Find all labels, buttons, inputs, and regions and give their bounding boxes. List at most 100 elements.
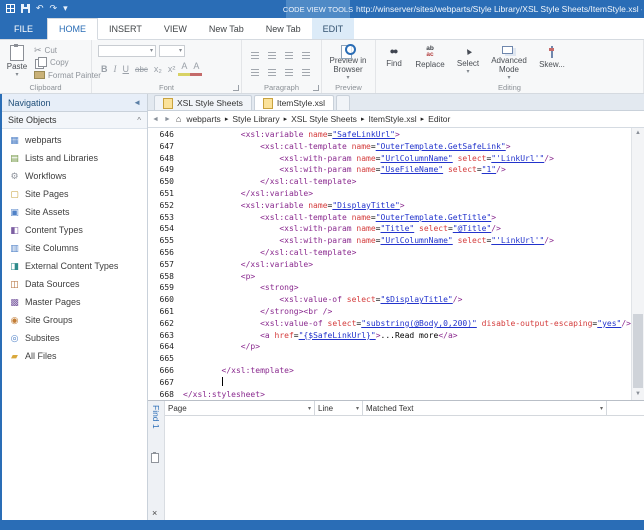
app-icon[interactable] bbox=[6, 3, 15, 13]
code-line[interactable] bbox=[183, 353, 631, 365]
sidebar-item-subsites[interactable]: ◎ Subsites bbox=[0, 329, 147, 347]
home-icon[interactable]: ⌂ bbox=[176, 114, 181, 124]
customize-quick-access-icon[interactable]: ▾ bbox=[63, 3, 68, 13]
site-objects-header[interactable]: Site Objects ^ bbox=[0, 112, 147, 129]
scroll-down-icon[interactable]: ▼ bbox=[632, 389, 644, 400]
undo-icon[interactable]: ↶ bbox=[36, 3, 44, 13]
code-editor[interactable]: 646 647 648 649 650 651 652 653 654 655 656 657 658 6… bbox=[148, 128, 644, 400]
strikethrough-button[interactable]: abc bbox=[132, 63, 151, 76]
scroll-up-icon[interactable]: ▲ bbox=[632, 128, 644, 139]
sidebar-item-all-files[interactable]: ▰ All Files bbox=[0, 347, 147, 365]
find-column-line[interactable]: Line ▾ bbox=[315, 401, 363, 415]
document-tab-xsl-style-sheets[interactable]: XSL Style Sheets bbox=[154, 95, 252, 110]
scrollbar-thumb[interactable] bbox=[633, 314, 643, 388]
code-line[interactable]: <a href="{$SafeLinkUrl}">...Read more</a… bbox=[183, 330, 631, 342]
replace-button[interactable]: ab ac Replace bbox=[410, 42, 450, 81]
align-left-icon[interactable] bbox=[249, 67, 261, 77]
find-results[interactable] bbox=[165, 416, 644, 520]
code-line[interactable]: </xsl:call-template> bbox=[183, 176, 631, 188]
code-line[interactable]: <xsl:value-of select="substring(@Body,0,… bbox=[183, 318, 631, 330]
sidebar-item-master-pages[interactable]: ▩ Master Pages bbox=[0, 293, 147, 311]
save-icon[interactable] bbox=[21, 3, 30, 13]
tab-stub[interactable] bbox=[336, 95, 351, 110]
forward-icon[interactable]: ► bbox=[164, 116, 171, 123]
redo-icon[interactable]: ↷ bbox=[50, 3, 58, 13]
code-line[interactable]: </xsl:template> bbox=[183, 365, 631, 377]
sidebar-item-lists-and-libraries[interactable]: ▤ Lists and Libraries bbox=[0, 149, 147, 167]
code-line[interactable]: </xsl:stylesheet> bbox=[183, 389, 631, 400]
code-line[interactable]: <xsl:value-of select="$DisplayTitle"/> bbox=[183, 294, 631, 306]
code-line[interactable]: <xsl:with-param name="UseFileName" selec… bbox=[183, 164, 631, 176]
code-line[interactable]: <xsl:variable name="DisplayTitle"> bbox=[183, 200, 631, 212]
editor-scrollbar[interactable]: ▲ ▼ bbox=[631, 128, 644, 400]
italic-button[interactable]: I bbox=[111, 63, 120, 76]
code-line[interactable]: </xsl:variable> bbox=[183, 188, 631, 200]
breadcrumb-item-webparts[interactable]: webparts bbox=[186, 114, 221, 124]
close-find-panel-icon[interactable]: × bbox=[152, 509, 157, 518]
sidebar-item-webparts[interactable]: ▦ webparts bbox=[0, 131, 147, 149]
code-line[interactable] bbox=[183, 376, 631, 389]
skewer-click-button[interactable]: Skew... bbox=[532, 42, 572, 81]
underline-button[interactable]: U bbox=[120, 63, 133, 76]
code-line[interactable]: <strong> bbox=[183, 282, 631, 294]
sidebar-item-data-sources[interactable]: ◫ Data Sources bbox=[0, 275, 147, 293]
ribbon-tab-new-tab[interactable]: New Tab bbox=[198, 18, 255, 39]
back-icon[interactable]: ◄ bbox=[152, 116, 159, 123]
code-line[interactable]: <p> bbox=[183, 271, 631, 283]
sidebar-item-content-types[interactable]: ◧ Content Types bbox=[0, 221, 147, 239]
ribbon-tab-home[interactable]: HOME bbox=[47, 18, 99, 40]
sidebar-item-site-groups[interactable]: ◉ Site Groups bbox=[0, 311, 147, 329]
code-line[interactable]: </xsl:variable> bbox=[183, 259, 631, 271]
align-right-icon[interactable] bbox=[283, 67, 295, 77]
paste-button[interactable]: Paste ▾ bbox=[2, 42, 32, 81]
collapse-pane-icon[interactable]: ◄ bbox=[133, 98, 141, 107]
code-line[interactable]: <xsl:with-param name="UrlColumnName" sel… bbox=[183, 235, 631, 247]
font-color-button[interactable]: A bbox=[190, 60, 203, 76]
font-size-combo[interactable]: ▾ bbox=[159, 45, 185, 57]
breadcrumb-item-xsl-style-sheets[interactable]: XSL Style Sheets bbox=[291, 114, 357, 124]
subscript-button[interactable]: x₂ bbox=[151, 63, 165, 76]
ribbon-tab-insert[interactable]: INSERT bbox=[98, 18, 153, 39]
select-button[interactable]: ▲ Select ▾ bbox=[450, 42, 486, 81]
clipboard-icon[interactable] bbox=[151, 452, 159, 463]
outdent-icon[interactable] bbox=[283, 50, 295, 60]
font-family-combo[interactable]: ▾ bbox=[98, 45, 156, 57]
advanced-mode-button[interactable]: Advanced Mode ▾ bbox=[486, 42, 532, 81]
ribbon-tab-new-tab[interactable]: New Tab bbox=[255, 18, 312, 39]
preview-in-browser-button[interactable]: Preview in Browser ▾ bbox=[324, 42, 372, 81]
editor-code[interactable]: <xsl:variable name="SafeLinkUrl"> <xsl:c… bbox=[179, 128, 631, 400]
code-line[interactable]: </xsl:call-template> bbox=[183, 247, 631, 259]
sidebar-item-workflows[interactable]: ⚙ Workflows bbox=[0, 167, 147, 185]
numbering-icon[interactable] bbox=[266, 50, 278, 60]
breadcrumb-item-style-library[interactable]: Style Library bbox=[232, 114, 279, 124]
find-column-matched-text[interactable]: Matched Text ▾ bbox=[363, 401, 607, 415]
indent-icon[interactable] bbox=[300, 50, 312, 60]
bold-button[interactable]: B bbox=[98, 63, 111, 76]
code-line[interactable]: </strong><br /> bbox=[183, 306, 631, 318]
code-line[interactable]: <xsl:with-param name="Title" select="@Ti… bbox=[183, 223, 631, 235]
collapse-section-icon[interactable]: ^ bbox=[137, 116, 141, 125]
sidebar-item-site-columns[interactable]: ▥ Site Columns bbox=[0, 239, 147, 257]
breadcrumb-item-itemstyle-xsl[interactable]: ItemStyle.xsl bbox=[368, 114, 416, 124]
align-center-icon[interactable] bbox=[266, 67, 278, 77]
document-tab-itemstyle-xsl[interactable]: ItemStyle.xsl bbox=[253, 95, 335, 110]
code-line[interactable]: <xsl:with-param name="UrlColumnName" sel… bbox=[183, 153, 631, 165]
code-line[interactable]: <xsl:variable name="SafeLinkUrl"> bbox=[183, 129, 631, 141]
code-line[interactable]: <xsl:call-template name="OuterTemplate.G… bbox=[183, 141, 631, 153]
ribbon-tab-edit[interactable]: EDIT bbox=[311, 18, 355, 39]
find-button[interactable]: ●● Find bbox=[378, 42, 410, 81]
bullets-icon[interactable] bbox=[249, 50, 261, 60]
highlight-color-button[interactable]: A bbox=[178, 60, 191, 76]
borders-icon[interactable] bbox=[300, 67, 312, 77]
sidebar-item-site-pages[interactable]: ▢ Site Pages bbox=[0, 185, 147, 203]
find-panel-tab[interactable]: Find 1 bbox=[151, 405, 161, 429]
code-line[interactable]: </p> bbox=[183, 341, 631, 353]
find-column-page[interactable]: Page ▾ bbox=[165, 401, 315, 415]
sidebar-item-site-assets[interactable]: ▣ Site Assets bbox=[0, 203, 147, 221]
sidebar-item-external-content-types[interactable]: ◨ External Content Types bbox=[0, 257, 147, 275]
ribbon-tab-file[interactable]: FILE bbox=[0, 18, 48, 39]
breadcrumb-item-editor[interactable]: Editor bbox=[428, 114, 450, 124]
code-line[interactable]: <xsl:call-template name="OuterTemplate.G… bbox=[183, 212, 631, 224]
superscript-button[interactable]: x² bbox=[165, 63, 179, 76]
ribbon-tab-view[interactable]: VIEW bbox=[153, 18, 198, 39]
